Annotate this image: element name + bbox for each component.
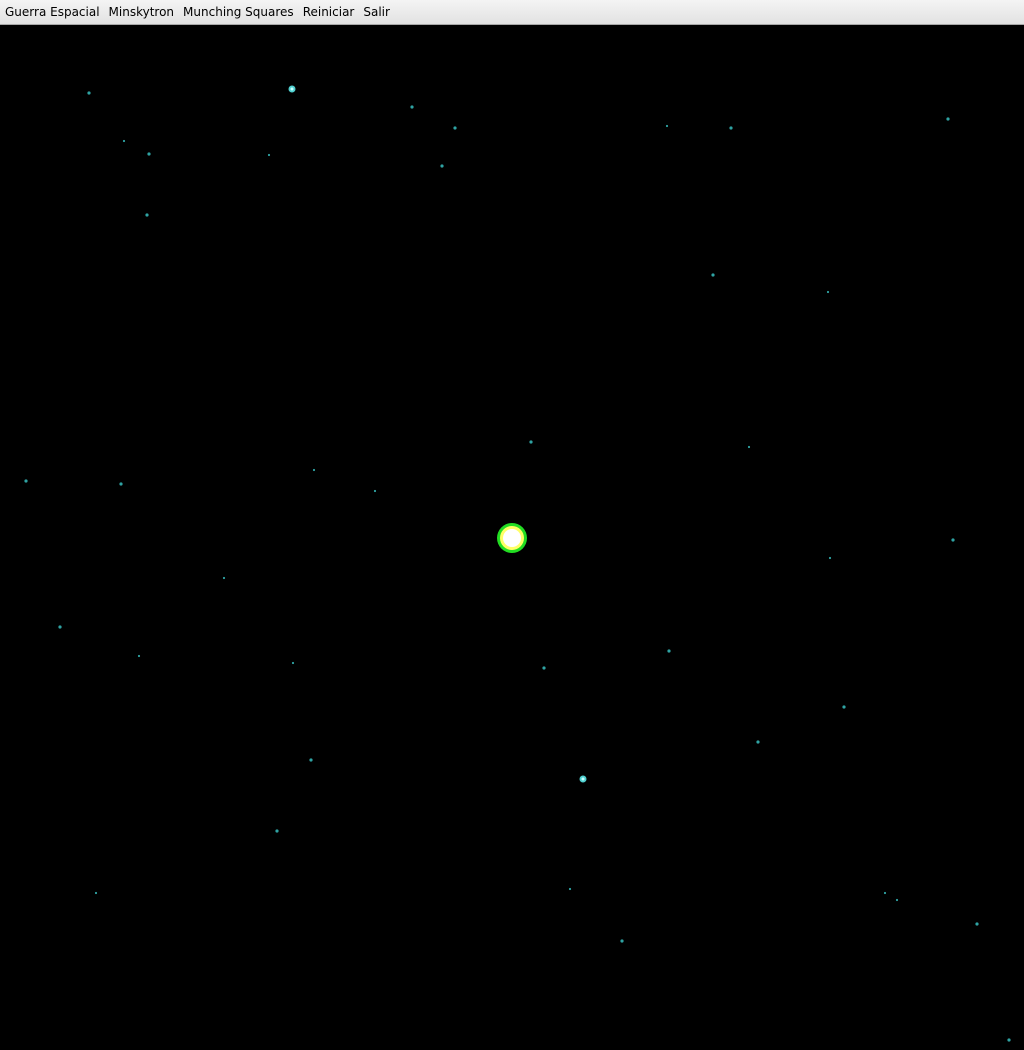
- star: [951, 538, 955, 542]
- star: [58, 625, 62, 629]
- star: [747, 445, 751, 449]
- star: [620, 939, 624, 943]
- star: [975, 922, 979, 926]
- star: [895, 898, 899, 902]
- star-core: [581, 777, 585, 781]
- sun-core: [503, 529, 521, 547]
- star: [842, 705, 846, 709]
- stars: [24, 85, 1011, 1042]
- star: [826, 290, 830, 294]
- star: [946, 117, 950, 121]
- star: [137, 654, 141, 658]
- star: [24, 479, 28, 483]
- star: [667, 649, 671, 653]
- star: [373, 489, 377, 493]
- star-core: [290, 87, 294, 91]
- star: [122, 139, 126, 143]
- star: [87, 91, 91, 95]
- star: [729, 126, 733, 130]
- star: [529, 440, 533, 444]
- star: [542, 666, 546, 670]
- star: [94, 891, 98, 895]
- star: [665, 124, 669, 128]
- central-star: [497, 523, 527, 553]
- starfield: [24, 85, 1011, 1042]
- menu-salir[interactable]: Salir: [359, 0, 394, 25]
- star: [410, 105, 414, 109]
- star: [275, 829, 279, 833]
- star: [147, 152, 151, 156]
- star: [119, 482, 123, 486]
- star: [711, 273, 715, 277]
- star: [453, 126, 457, 130]
- menu-reiniciar[interactable]: Reiniciar: [299, 0, 359, 25]
- menu-minskytron[interactable]: Minskytron: [105, 0, 179, 25]
- star: [1007, 1038, 1011, 1042]
- star: [309, 758, 313, 762]
- star: [828, 556, 832, 560]
- star: [145, 213, 149, 217]
- menu-guerra-espacial[interactable]: Guerra Espacial: [1, 0, 104, 25]
- star: [568, 887, 572, 891]
- star: [883, 891, 887, 895]
- star: [267, 153, 271, 157]
- star: [291, 661, 295, 665]
- star: [756, 740, 760, 744]
- star: [440, 164, 444, 168]
- menu-munching-squares[interactable]: Munching Squares: [179, 0, 298, 25]
- menu-bar: Guerra Espacial Minskytron Munching Squa…: [0, 0, 1024, 25]
- game-canvas[interactable]: [0, 25, 1024, 1050]
- star: [222, 576, 226, 580]
- star: [312, 468, 316, 472]
